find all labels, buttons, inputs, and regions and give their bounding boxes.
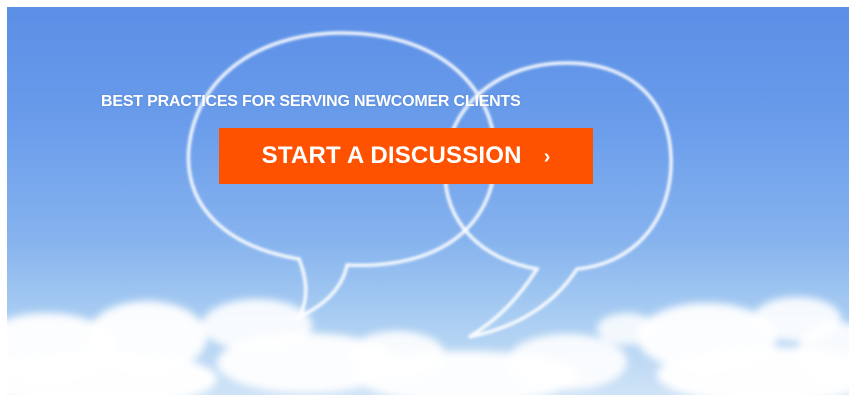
speech-bubbles-cloud-icon bbox=[7, 31, 849, 395]
start-discussion-button[interactable]: START A DISCUSSION › bbox=[219, 128, 593, 184]
hero-banner: BEST PRACTICES FOR SERVING NEWCOMER CLIE… bbox=[7, 7, 849, 395]
start-discussion-label: START A DISCUSSION bbox=[261, 142, 522, 169]
chevron-right-icon: › bbox=[543, 145, 551, 168]
headline: BEST PRACTICES FOR SERVING NEWCOMER CLIE… bbox=[101, 93, 521, 110]
